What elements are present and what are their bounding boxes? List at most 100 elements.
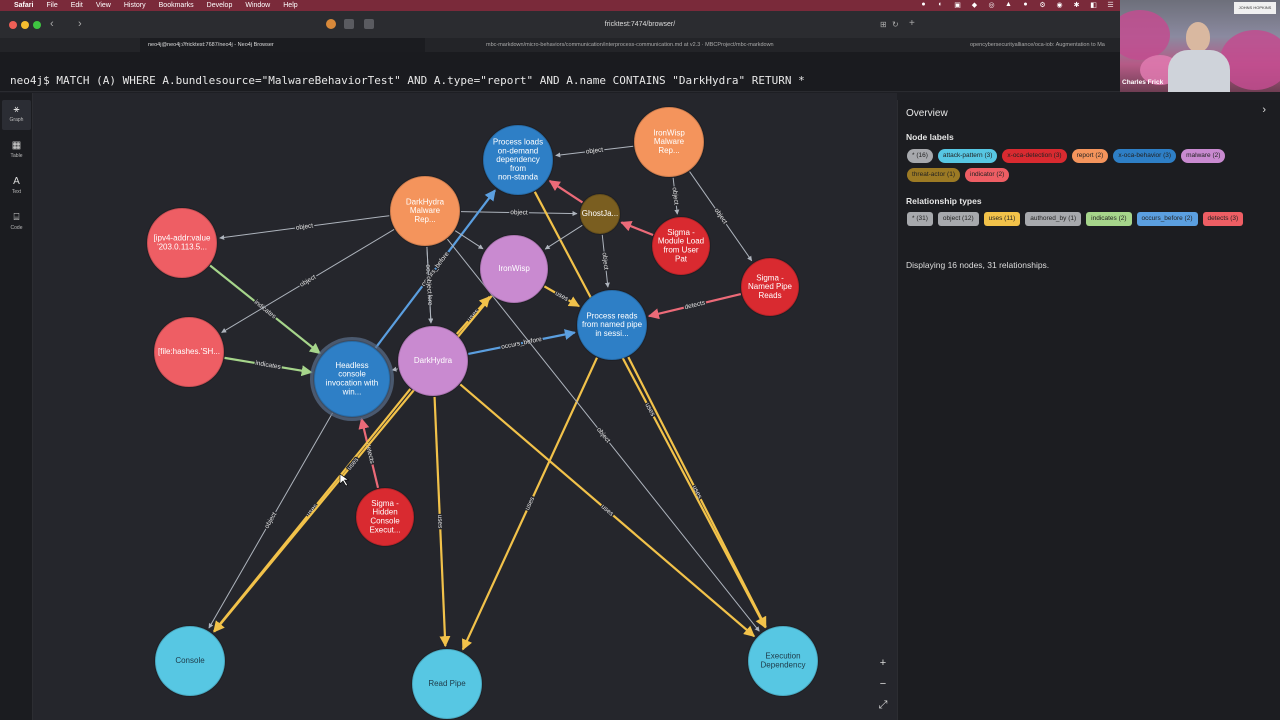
- graph-node-rp[interactable]: Read Pipe: [411, 648, 483, 720]
- relationship-types-list: * (31) object (12) uses (11) authored_by (1…: [907, 212, 1267, 226]
- relationship-label: detects: [684, 299, 707, 311]
- graph-node-pr[interactable]: Process readsfrom named pipein sessi...: [576, 289, 648, 361]
- tray-icon[interactable]: ▲: [1004, 1, 1013, 9]
- graph-node-gj[interactable]: GhostJa...: [579, 193, 621, 235]
- relationship-edge[interactable]: [454, 230, 484, 250]
- relationship-type-pill[interactable]: indicates (2): [1086, 212, 1132, 226]
- zoom-in-button[interactable]: +: [875, 655, 891, 671]
- node-label-pill[interactable]: indicator (2): [965, 168, 1010, 182]
- graph-node-ml[interactable]: Sigma -Module Loadfrom UserPat: [651, 216, 711, 276]
- zoom-out-button[interactable]: −: [875, 676, 891, 692]
- graph-node-ed[interactable]: ExecutionDependency: [747, 625, 819, 697]
- collapse-panel-icon[interactable]: ›: [1262, 104, 1266, 116]
- relationship-edge[interactable]: [620, 220, 654, 237]
- relationship-type-pill[interactable]: * (31): [907, 212, 933, 226]
- tab-neo4j-browser[interactable]: neo4j@neo4j://fricktest:7687/neo4j - Neo…: [140, 38, 425, 52]
- query-editor[interactable]: neo4j$ MATCH (A) WHERE A.bundlesource="M…: [0, 52, 1120, 92]
- graph-node-fh[interactable]: [file:hashes.'SH...: [153, 316, 225, 388]
- table-icon: ▦: [11, 140, 22, 151]
- tray-icon[interactable]: ✱: [1072, 1, 1081, 9]
- relationship-type-pill[interactable]: occurs_before (2): [1136, 212, 1198, 226]
- node-caption: [ipv4-addr:value: [154, 234, 211, 243]
- menu-view[interactable]: View: [96, 2, 111, 9]
- relationship-types-title: Relationship types: [906, 196, 982, 206]
- view-text-button[interactable]: A Text: [2, 172, 31, 202]
- node-label-pill[interactable]: threat-actor (1): [907, 168, 960, 182]
- view-code-label: Code: [10, 225, 23, 231]
- fit-view-button[interactable]: ⤢: [875, 697, 891, 713]
- menu-app[interactable]: Safari: [14, 2, 33, 9]
- extension-icon[interactable]: [326, 19, 336, 29]
- relationship-type-pill[interactable]: uses (11): [983, 212, 1021, 226]
- tray-icon[interactable]: ☰: [1106, 1, 1115, 9]
- menu-help[interactable]: Help: [283, 2, 297, 9]
- graph-node-iw[interactable]: IronWisp: [479, 234, 549, 304]
- graph-node-hc[interactable]: Headlessconsoleinvocation withwin...: [310, 337, 394, 421]
- graph-node-dh[interactable]: DarkHydra: [397, 325, 469, 397]
- view-table-button[interactable]: ▦ Table: [2, 136, 31, 166]
- node-caption: in sessi...: [595, 329, 628, 338]
- tray-icon[interactable]: ◆: [970, 1, 979, 9]
- translate-icon[interactable]: ⊞: [880, 20, 887, 29]
- tray-icon[interactable]: ◉: [1055, 1, 1064, 9]
- url-text: fricktest:7474/browser/: [604, 21, 676, 28]
- node-caption: Console: [175, 656, 205, 665]
- tab-mbc-markdown[interactable]: mbc-markdown/micro-behaviors/communicati…: [478, 38, 958, 52]
- tab-oca-iob[interactable]: opencybersecurityalliance/oca-iob: Augme…: [962, 38, 1120, 52]
- grid-icon[interactable]: [344, 19, 354, 29]
- graph-svg[interactable]: object object object object object indicates i…: [33, 93, 897, 720]
- node-label-pill[interactable]: x-oca-detection (3): [1002, 149, 1067, 163]
- menu-develop[interactable]: Develop: [207, 2, 233, 9]
- relationship-type-pill[interactable]: detects (3): [1202, 212, 1244, 226]
- menu-window[interactable]: Window: [245, 2, 270, 9]
- view-table-label: Table: [10, 153, 23, 159]
- node-caption: [file:hashes.'SH...: [158, 347, 220, 356]
- tray-icon[interactable]: ◐: [936, 1, 945, 9]
- node-caption: Process loads: [493, 138, 543, 147]
- node-caption: DarkHydra: [406, 197, 445, 206]
- node-label-pill[interactable]: attack-pattern (3): [937, 149, 998, 163]
- relationship-type-pill[interactable]: object (12): [937, 212, 979, 226]
- relationship-label: object: [510, 209, 528, 216]
- graph-node-dhr[interactable]: DarkHydraMalwareRep...: [389, 175, 461, 247]
- menu-bookmarks[interactable]: Bookmarks: [159, 2, 194, 9]
- tray-icon[interactable]: ⚙: [1038, 1, 1047, 9]
- node-label-pill[interactable]: x-oca-behavior (3): [1113, 149, 1177, 163]
- graph-canvas[interactable]: object object object object object indicates i…: [33, 93, 897, 720]
- relationship-label: occurs_before: [501, 336, 543, 351]
- tray-icon[interactable]: ▣: [953, 1, 962, 9]
- minimize-window-button[interactable]: [21, 21, 29, 29]
- graph-node-con[interactable]: Console: [154, 625, 226, 697]
- node-label-pill[interactable]: malware (2): [1181, 149, 1226, 163]
- graph-node-np[interactable]: Sigma -Named PipeReads: [740, 257, 800, 317]
- reader-icon[interactable]: [364, 19, 374, 29]
- relationship-type-pill[interactable]: authored_by (1): [1025, 212, 1082, 226]
- graph-node-pl[interactable]: Process loadson-demanddependencyfromnon-…: [482, 124, 554, 196]
- reload-icon[interactable]: ↻: [892, 20, 899, 29]
- graph-node-ip[interactable]: [ipv4-addr:value'203.0.113.5...: [146, 207, 218, 279]
- node-caption: Named Pipe: [748, 282, 793, 291]
- relationship-edge[interactable]: [548, 179, 584, 204]
- graph-node-sh[interactable]: Sigma -HiddenConsoleExecut...: [355, 487, 415, 547]
- text-icon: A: [13, 176, 20, 187]
- node-label-pill[interactable]: * (16): [907, 149, 933, 163]
- tray-icon[interactable]: ◧: [1089, 1, 1098, 9]
- menu-file[interactable]: File: [46, 2, 57, 9]
- view-graph-button[interactable]: ⚹ Graph: [2, 100, 31, 130]
- forward-icon[interactable]: ›: [78, 18, 82, 30]
- new-tab-icon[interactable]: +: [909, 18, 915, 29]
- node-caption: Malware: [410, 206, 441, 215]
- tray-icon[interactable]: ◎: [987, 1, 996, 9]
- menu-edit[interactable]: Edit: [71, 2, 83, 9]
- view-code-button[interactable]: ⌸ Code: [2, 208, 31, 238]
- tray-icon[interactable]: ●: [919, 1, 928, 9]
- menu-history[interactable]: History: [124, 2, 146, 9]
- back-icon[interactable]: ‹: [50, 18, 54, 30]
- relationship-label: uses: [524, 495, 536, 511]
- address-bar[interactable]: fricktest:7474/browser/: [380, 17, 900, 32]
- tray-icon[interactable]: ●: [1021, 1, 1030, 9]
- close-window-button[interactable]: [9, 21, 17, 29]
- zoom-window-button[interactable]: [33, 21, 41, 29]
- graph-node-iwr[interactable]: IronWispMalwareRep...: [633, 106, 705, 178]
- node-label-pill[interactable]: report (2): [1071, 149, 1109, 163]
